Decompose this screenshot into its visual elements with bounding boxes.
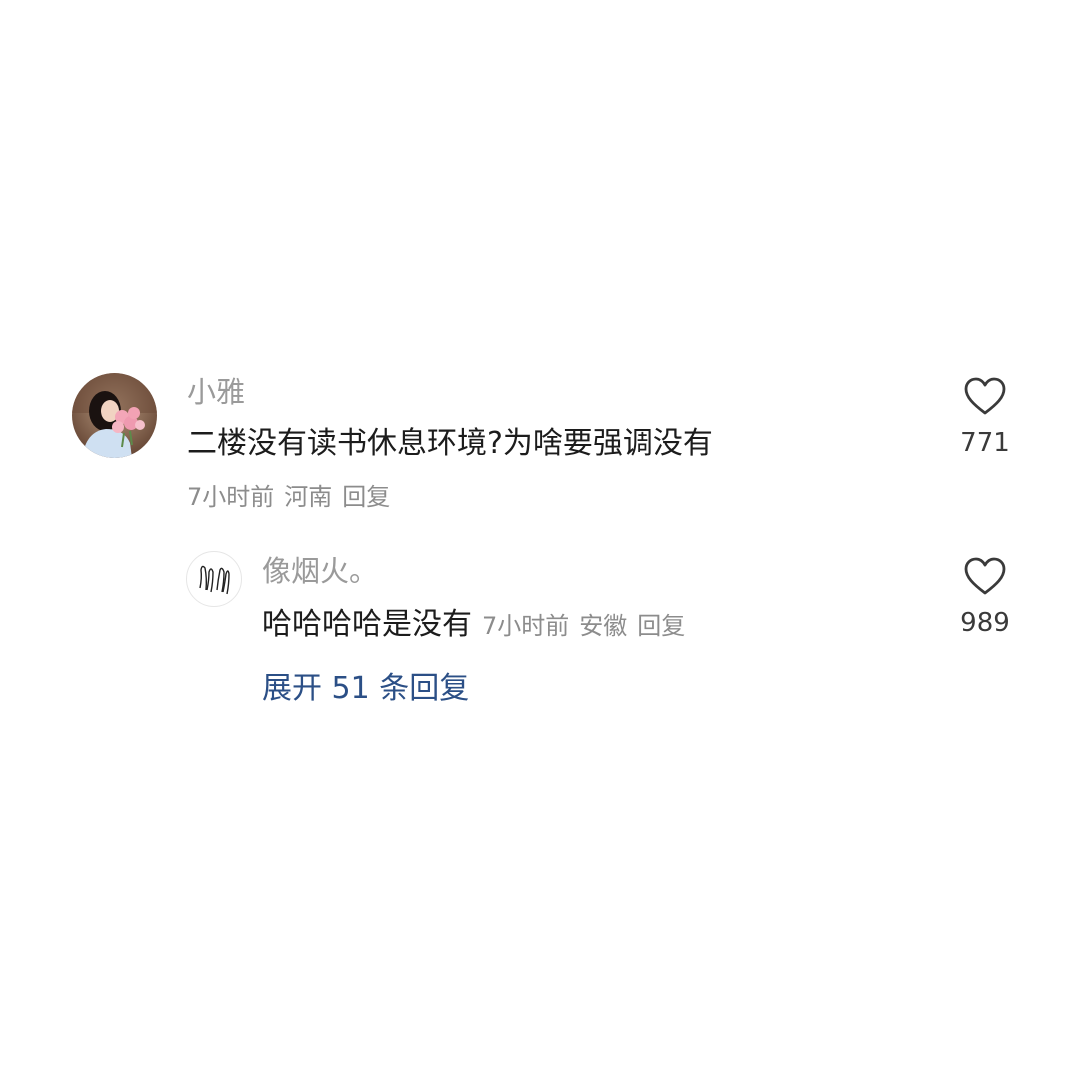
reply-like-count: 989 xyxy=(960,608,1010,638)
avatar-photo xyxy=(72,373,157,458)
expand-replies-link[interactable]: 展开 51 条回复 xyxy=(262,674,469,704)
reply-like-button[interactable]: 989 xyxy=(940,556,1030,636)
reply-reply-button[interactable]: 回复 xyxy=(637,612,685,640)
reply-time: 7小时前 xyxy=(482,612,570,640)
comment-text[interactable]: 二楼没有读书休息环境?为啥要强调没有 xyxy=(187,429,713,459)
like-button[interactable]: 771 xyxy=(940,376,1030,456)
comment-time: 7小时前 xyxy=(187,483,275,511)
comment-username[interactable]: 小雅 xyxy=(187,378,245,407)
reply-button[interactable]: 回复 xyxy=(342,483,390,511)
reply-text[interactable]: 哈哈哈哈是没有 xyxy=(262,607,472,642)
like-count: 771 xyxy=(960,428,1010,458)
avatar-drawing xyxy=(199,565,230,595)
avatar[interactable] xyxy=(72,373,157,458)
comment-meta: 7小时前 河南 回复 xyxy=(187,485,390,509)
comment-thread: 小雅 二楼没有读书休息环境?为啥要强调没有 7小时前 河南 回复 771 像烟火。 … xyxy=(0,0,1080,1080)
reply-avatar[interactable] xyxy=(186,551,242,607)
heart-outline-icon xyxy=(964,377,1006,415)
reply-meta: 7小时前 安徽 回复 xyxy=(482,612,685,640)
heart-outline-icon xyxy=(964,557,1006,595)
reply-username[interactable]: 像烟火。 xyxy=(262,557,378,586)
reply-location: 安徽 xyxy=(579,612,628,640)
comment-location: 河南 xyxy=(284,483,333,511)
reply-content: 哈哈哈哈是没有 7小时前 安徽 回复 xyxy=(262,610,685,640)
